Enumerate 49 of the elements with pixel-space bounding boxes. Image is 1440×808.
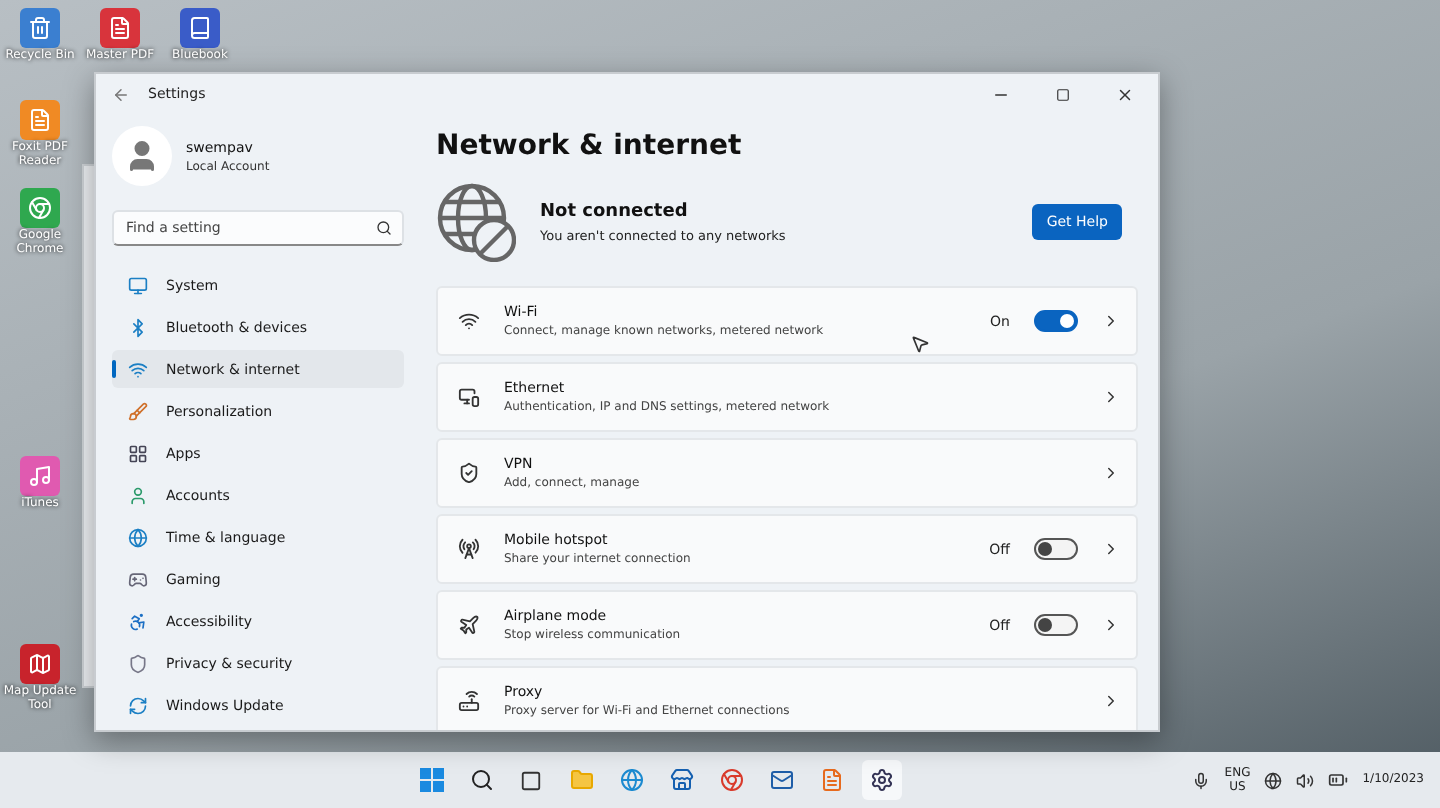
settings-icon[interactable] — [861, 760, 902, 800]
app-shortcut-icon[interactable] — [20, 100, 60, 140]
status-title: Not connected — [540, 201, 690, 221]
shield-icon — [458, 462, 480, 484]
router-icon — [458, 690, 480, 712]
wifi-icon — [458, 310, 480, 332]
globe-blocked-icon — [436, 182, 516, 262]
avatar — [112, 126, 172, 186]
chevron-icon — [1102, 616, 1120, 634]
app-shortcut-icon[interactable] — [20, 456, 60, 496]
maximize-icon — [1055, 87, 1069, 101]
refresh-icon — [128, 695, 148, 715]
monitor-icon — [128, 275, 148, 295]
battery-icon[interactable] — [1328, 770, 1349, 790]
search-icon — [376, 220, 392, 236]
app-shortcut-icon[interactable] — [20, 188, 60, 228]
app-shortcut-icon[interactable] — [180, 8, 220, 48]
wifi-icon — [128, 359, 148, 379]
shield-icon — [128, 653, 148, 673]
app-shortcut-icon[interactable] — [20, 644, 60, 684]
radio-tower-icon — [458, 538, 480, 560]
monitor-icon — [458, 386, 480, 408]
chevron-icon — [1102, 692, 1120, 710]
globe-icon — [128, 527, 148, 547]
chevron-icon — [1102, 464, 1120, 482]
bluetooth-icon — [128, 317, 148, 337]
task-view-icon — [520, 769, 543, 791]
toggle-switch[interactable] — [1034, 310, 1078, 332]
app-shortcut-icon[interactable] — [20, 8, 60, 48]
page-title: Network & internet — [436, 130, 744, 162]
search-icon — [469, 768, 494, 792]
toggle-switch[interactable] — [1034, 538, 1078, 560]
gamepad-icon — [128, 569, 148, 589]
back-icon[interactable] — [112, 85, 130, 103]
chevron-icon — [1102, 540, 1120, 558]
close-icon — [1115, 85, 1133, 103]
chevron-icon — [1102, 388, 1120, 406]
app-shortcut-icon[interactable] — [100, 8, 140, 48]
airplane-icon — [458, 614, 480, 636]
accessibility-icon — [128, 611, 148, 631]
globe-icon[interactable] — [1264, 771, 1283, 789]
microphone-icon[interactable] — [1192, 771, 1211, 789]
toggle-switch[interactable] — [1034, 614, 1078, 636]
grid-icon — [128, 443, 148, 463]
volume-icon[interactable] — [1296, 771, 1315, 789]
person-icon — [128, 485, 148, 505]
brush-icon — [128, 401, 148, 421]
chevron-icon — [1102, 312, 1120, 330]
cursor-icon — [910, 334, 930, 354]
